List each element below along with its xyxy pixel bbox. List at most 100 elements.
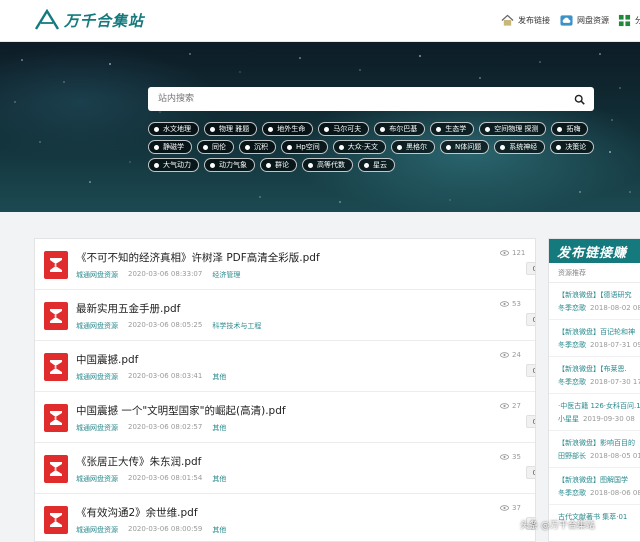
item-date: 2020-03-06 08:05:25 xyxy=(128,321,203,329)
tag-dot-icon xyxy=(268,126,274,132)
tag-dot-icon xyxy=(500,144,506,150)
list-item[interactable]: 最新实用五金手册.pdf 城通网盘资源 2020-03-06 08:05:25 … xyxy=(35,290,535,341)
sidebar-item[interactable]: 【新浪微盘】【德语研究 冬季恋歌 2018-08-02 08 xyxy=(549,283,640,320)
tag[interactable]: 沉积 xyxy=(239,140,276,154)
category-menu-button[interactable]: 分 xyxy=(618,8,640,32)
list-item[interactable]: 中国震撼 一个"文明型国家"的崛起(高清).pdf 城通网盘资源 2020-03… xyxy=(35,392,535,443)
sidebar-item-title[interactable]: 【新浪微盘】影响百目的 xyxy=(558,438,635,448)
item-date: 2020-03-06 08:01:54 xyxy=(128,474,203,482)
publish-link-button[interactable]: 发布链接 xyxy=(501,8,550,32)
tag-row-3: 大气动力 动力气象 群论 高等代数 星云 xyxy=(148,158,400,172)
sidebar-item[interactable]: 【新浪微盘】图解国学 冬季恋歌 2018-08-06 08 xyxy=(549,468,640,505)
sidebar-item[interactable]: 【新浪微盘】【布莱恩. 冬季恋歌 2018-07-30 17 xyxy=(549,357,640,394)
item-meta: 城通网盘资源 2020-03-06 08:01:54 其他 xyxy=(76,474,226,484)
tag[interactable]: 大众·天文 xyxy=(332,140,386,154)
item-title-link[interactable]: 《张居正大传》朱东润.pdf xyxy=(76,454,201,469)
item-category-link[interactable]: 其他 xyxy=(212,474,226,484)
watermark-text: 头条 @万千合集站 xyxy=(520,521,595,531)
item-date: 2020-03-06 08:02:57 xyxy=(128,423,203,431)
item-date: 2020-03-06 08:33:07 xyxy=(128,270,203,278)
netdisk-resource-button[interactable]: 网盘资源 xyxy=(560,8,609,32)
category-menu-label: 分 xyxy=(635,15,640,25)
item-category-link[interactable]: 经济管理 xyxy=(212,270,240,280)
eye-icon xyxy=(500,505,509,511)
sidebar-item[interactable]: ·中医古籍 126·女科百问.1 小星星 2019-09-30 08 xyxy=(549,394,640,431)
tag[interactable]: 大气动力 xyxy=(148,158,199,172)
sidebar-item-meta: 冬季恋歌 2018-08-06 08 xyxy=(558,489,640,497)
tag[interactable]: 生态学 xyxy=(430,122,475,136)
tag-dot-icon xyxy=(396,144,402,150)
tag-dot-icon xyxy=(245,144,250,150)
tag-dot-icon xyxy=(338,144,344,150)
tag[interactable]: 地外生命 xyxy=(262,122,314,136)
item-meta: 城通网盘资源 2020-03-06 08:33:07 经济管理 xyxy=(76,270,240,280)
sidebar-item[interactable]: 【新浪微盘】影响百目的 田野部长 2018-08-05 01 xyxy=(549,431,640,468)
tag[interactable]: 物理 雅题 xyxy=(204,122,258,136)
item-title-link[interactable]: 《不可不知的经济真相》许树泽 PDF高清全彩版.pdf xyxy=(76,250,320,265)
item-title-link[interactable]: 《有效沟通2》余世维.pdf xyxy=(76,505,198,520)
tag[interactable]: 马尔可夫 xyxy=(318,122,370,136)
item-title-link[interactable]: 中国震撼.pdf xyxy=(76,352,138,367)
tag[interactable]: 静磁学 xyxy=(148,140,192,154)
tag-row-1: 水文地理 物理 雅题 地外生命 马尔可夫 布尔巴基 生态学 空间物理 探测 拓嗨 xyxy=(148,122,593,136)
eye-icon xyxy=(500,403,509,409)
tag[interactable]: 黑格尔 xyxy=(390,140,435,154)
home-icon xyxy=(501,14,514,26)
tag[interactable]: 拓嗨 xyxy=(551,122,589,136)
pdf-file-icon xyxy=(44,506,68,534)
tag[interactable]: 水文地理 xyxy=(148,122,199,136)
eye-icon xyxy=(500,454,509,460)
tag[interactable]: 同伦 xyxy=(197,140,234,154)
item-category-link[interactable]: 其他 xyxy=(212,525,226,535)
tag[interactable]: 动力气象 xyxy=(204,158,255,172)
list-item[interactable]: 《张居正大传》朱东润.pdf 城通网盘资源 2020-03-06 08:01:5… xyxy=(35,443,535,494)
item-meta: 城通网盘资源 2020-03-06 08:03:41 其他 xyxy=(76,372,226,382)
sidebar-item-title[interactable]: 【新浪微盘】【布莱恩. xyxy=(558,364,627,374)
item-meta: 城通网盘资源 2020-03-06 08:00:59 其他 xyxy=(76,525,226,535)
item-category-link[interactable]: 其他 xyxy=(212,423,226,433)
tag[interactable]: 系统神经 xyxy=(494,140,546,154)
item-points-badge: 0 积分 xyxy=(526,313,535,326)
site-search-input[interactable] xyxy=(148,87,594,111)
sidebar-item-meta: 小星星 2019-09-30 08 xyxy=(558,415,635,423)
item-meta: 城通网盘资源 2020-03-06 08:05:25 科学技术与工程 xyxy=(76,321,261,331)
tag[interactable]: 高等代数 xyxy=(302,158,353,172)
tag[interactable]: N体问题 xyxy=(439,140,490,154)
item-date: 2020-03-06 08:03:41 xyxy=(128,372,203,380)
item-source: 城通网盘资源 xyxy=(76,271,118,279)
sidebar-item-title[interactable]: 【新浪微盘】图解国学 xyxy=(558,475,628,485)
sidebar-item-meta: 冬季恋歌 2018-07-31 09 xyxy=(558,341,640,349)
item-category-link[interactable]: 科学技术与工程 xyxy=(212,321,261,331)
tag[interactable]: 群论 xyxy=(260,158,297,172)
search-button[interactable] xyxy=(571,91,587,107)
tag[interactable]: 星云 xyxy=(358,158,395,172)
item-source: 城通网盘资源 xyxy=(76,475,118,483)
resource-list: 《不可不知的经济真相》许树泽 PDF高清全彩版.pdf 城通网盘资源 2020-… xyxy=(34,238,536,542)
item-title-link[interactable]: 最新实用五金手册.pdf xyxy=(76,301,180,316)
eye-icon xyxy=(500,352,509,358)
tag[interactable]: 决策论 xyxy=(550,140,595,154)
publish-link-label: 发布链接 xyxy=(518,15,550,25)
sidebar-item-title[interactable]: ·中医古籍 126·女科百问.1 xyxy=(558,401,640,411)
list-item[interactable]: 《不可不知的经济真相》许树泽 PDF高清全彩版.pdf 城通网盘资源 2020-… xyxy=(35,239,535,290)
tag[interactable]: 布尔巴基 xyxy=(374,122,426,136)
tag-dot-icon xyxy=(445,144,451,150)
tag[interactable]: Hp空间 xyxy=(281,140,328,154)
sidebar-item-title[interactable]: 【新浪微盘】百记轮和神 xyxy=(558,327,635,337)
sidebar-item-title[interactable]: 【新浪微盘】【德语研究 xyxy=(558,290,632,300)
tag-dot-icon xyxy=(364,162,369,168)
tag[interactable]: 空间物理 探测 xyxy=(479,122,547,136)
sidebar-item[interactable]: 【新浪微盘】百记轮和神 冬季恋歌 2018-07-31 09 xyxy=(549,320,640,357)
item-category-link[interactable]: 其他 xyxy=(212,372,226,382)
list-item[interactable]: 《有效沟通2》余世维.pdf 城通网盘资源 2020-03-06 08:00:5… xyxy=(35,494,535,541)
tag-dot-icon xyxy=(266,162,271,168)
item-points-badge: 0 积分 xyxy=(526,262,535,275)
item-title-link[interactable]: 中国震撼 一个"文明型国家"的崛起(高清).pdf xyxy=(76,403,286,418)
item-views: 53 xyxy=(500,300,521,308)
logo-text: 万千合集站 xyxy=(64,11,145,30)
list-item[interactable]: 中国震撼.pdf 城通网盘资源 2020-03-06 08:03:41 其他 2… xyxy=(35,341,535,392)
sidebar-item-meta: 冬季恋歌 2018-08-02 08 xyxy=(558,304,640,312)
pdf-file-icon xyxy=(44,353,68,381)
tag-dot-icon xyxy=(210,162,215,168)
site-logo[interactable]: 万千合集站 xyxy=(34,6,144,34)
